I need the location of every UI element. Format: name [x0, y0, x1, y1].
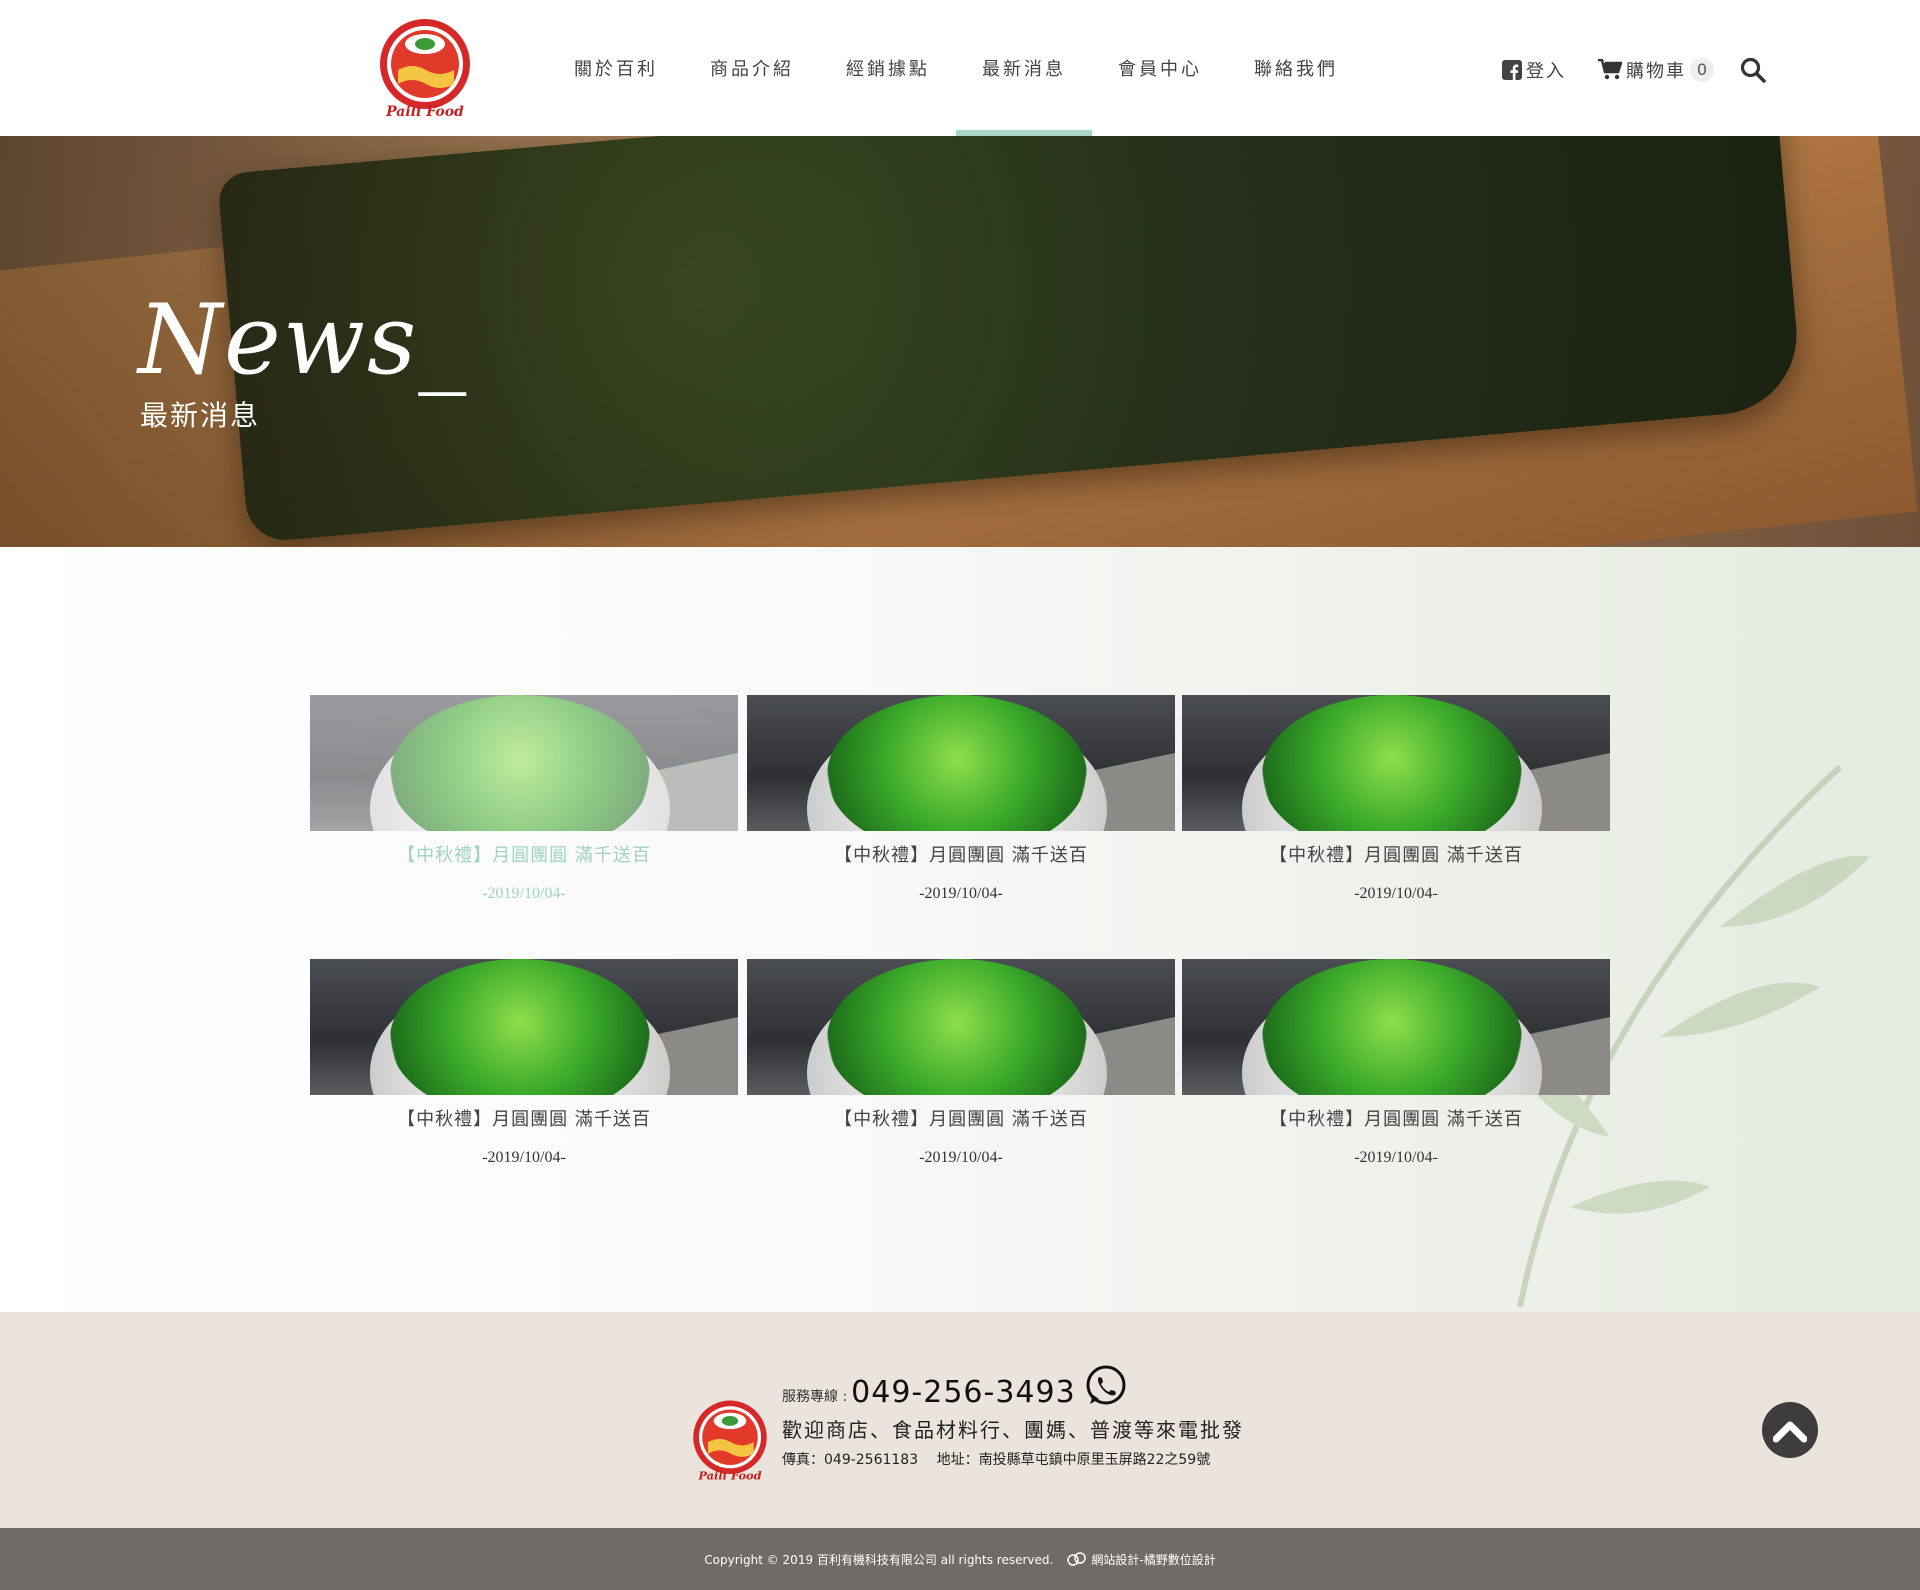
- news-thumbnail: [310, 959, 738, 1095]
- news-date: -2019/10/04-: [1354, 885, 1438, 902]
- footer-contact: 傳真：049-2561183 地址：南投縣草屯鎮中原里玉屏路22之59號: [782, 1452, 1211, 1468]
- svg-text:Paili Food: Paili Food: [697, 1469, 761, 1483]
- paili-food-logo[interactable]: Paili Food: [376, 16, 474, 126]
- news-thumbnail: [747, 959, 1175, 1095]
- copyright-bar: Copyright © 2019 百利有機科技有限公司 all rights r…: [0, 1528, 1920, 1590]
- search-button[interactable]: [1740, 57, 1770, 83]
- news-thumbnail: [310, 695, 738, 831]
- hero-banner: News_ 最新消息: [0, 136, 1920, 547]
- nav-about[interactable]: 關於百利: [548, 0, 684, 136]
- footer-logo: Paili Food: [693, 1400, 767, 1483]
- login-label: 登入: [1526, 61, 1566, 82]
- news-title[interactable]: 【中秋禮】月圓團圓 滿千送百: [1182, 841, 1610, 867]
- hotline: 服務專線 : 049-256-3493: [782, 1365, 1252, 1410]
- chevron-up-icon: [1773, 1421, 1807, 1443]
- nav-contact[interactable]: 聯絡我們: [1228, 0, 1364, 136]
- nav-news[interactable]: 最新消息: [956, 0, 1092, 136]
- design-credit-link[interactable]: 網站設計-橘野數位設計: [1067, 1551, 1216, 1568]
- news-date: -2019/10/04-: [482, 1149, 566, 1166]
- hotline-label: 服務專線 :: [782, 1389, 848, 1405]
- news-date: -2019/10/04-: [1354, 1149, 1438, 1166]
- site-header: Paili Food 關於百利 商品介紹 經銷據點 最新消息 會員中心 聯絡我們…: [0, 0, 1920, 136]
- hotline-number[interactable]: 049-256-3493: [851, 1375, 1076, 1410]
- news-card[interactable]: 【中秋禮】月圓團圓 滿千送百 -2019/10/04-: [310, 695, 738, 925]
- site-footer: Paili Food 服務專線 : 049-256-3493 歡迎商店、食品材料…: [0, 1312, 1920, 1528]
- news-card[interactable]: 【中秋禮】月圓團圓 滿千送百 -2019/10/04-: [747, 959, 1175, 1189]
- search-icon: [1740, 57, 1766, 83]
- news-card[interactable]: 【中秋禮】月圓團圓 滿千送百 -2019/10/04-: [1182, 695, 1610, 925]
- news-date: -2019/10/04-: [482, 885, 566, 902]
- news-section: 【中秋禮】月圓團圓 滿千送百 -2019/10/04- 【中秋禮】月圓團圓 滿千…: [0, 547, 1920, 1312]
- facebook-icon: [1502, 60, 1522, 80]
- copyright-text: Copyright © 2019 百利有機科技有限公司 all rights r…: [704, 1552, 1054, 1567]
- cart-count-badge: 0: [1690, 58, 1714, 82]
- designer-logo-icon: [1067, 1552, 1087, 1566]
- hero-title: News_: [138, 284, 469, 396]
- news-thumbnail: [1182, 695, 1610, 831]
- news-title[interactable]: 【中秋禮】月圓團圓 滿千送百: [747, 841, 1175, 867]
- design-credit-text: 網站設計-橘野數位設計: [1091, 1552, 1216, 1567]
- header-tools: 登入 購物車 0: [1502, 56, 1770, 84]
- news-title[interactable]: 【中秋禮】月圓團圓 滿千送百: [1182, 1105, 1610, 1131]
- news-title[interactable]: 【中秋禮】月圓團圓 滿千送百: [747, 1105, 1175, 1131]
- news-title[interactable]: 【中秋禮】月圓團圓 滿千送百: [310, 841, 738, 867]
- facebook-login-button[interactable]: 登入: [1502, 57, 1566, 83]
- news-card[interactable]: 【中秋禮】月圓團圓 滿千送百 -2019/10/04-: [310, 959, 738, 1189]
- main-nav: 關於百利 商品介紹 經銷據點 最新消息 會員中心 聯絡我們: [548, 0, 1364, 136]
- cart-label: 購物車: [1626, 61, 1686, 82]
- phone-icon: [1086, 1365, 1126, 1405]
- news-date: -2019/10/04-: [919, 1149, 1003, 1166]
- nav-products[interactable]: 商品介紹: [684, 0, 820, 136]
- cart-icon: [1598, 59, 1622, 80]
- nav-dealers[interactable]: 經銷據點: [820, 0, 956, 136]
- svg-text:Paili Food: Paili Food: [385, 104, 464, 120]
- news-card[interactable]: 【中秋禮】月圓團圓 滿千送百 -2019/10/04-: [747, 695, 1175, 925]
- footer-slogan: 歡迎商店、食品材料行、團媽、普渡等來電批發: [782, 1418, 1244, 1442]
- news-card[interactable]: 【中秋禮】月圓團圓 滿千送百 -2019/10/04-: [1182, 959, 1610, 1189]
- news-thumbnail: [1182, 959, 1610, 1095]
- hero-subtitle: 最新消息: [140, 399, 261, 432]
- news-title[interactable]: 【中秋禮】月圓團圓 滿千送百: [310, 1105, 738, 1131]
- nav-members[interactable]: 會員中心: [1092, 0, 1228, 136]
- news-thumbnail: [747, 695, 1175, 831]
- cart-button[interactable]: 購物車 0: [1598, 57, 1714, 83]
- news-date: -2019/10/04-: [919, 885, 1003, 902]
- back-to-top-button[interactable]: [1762, 1402, 1818, 1458]
